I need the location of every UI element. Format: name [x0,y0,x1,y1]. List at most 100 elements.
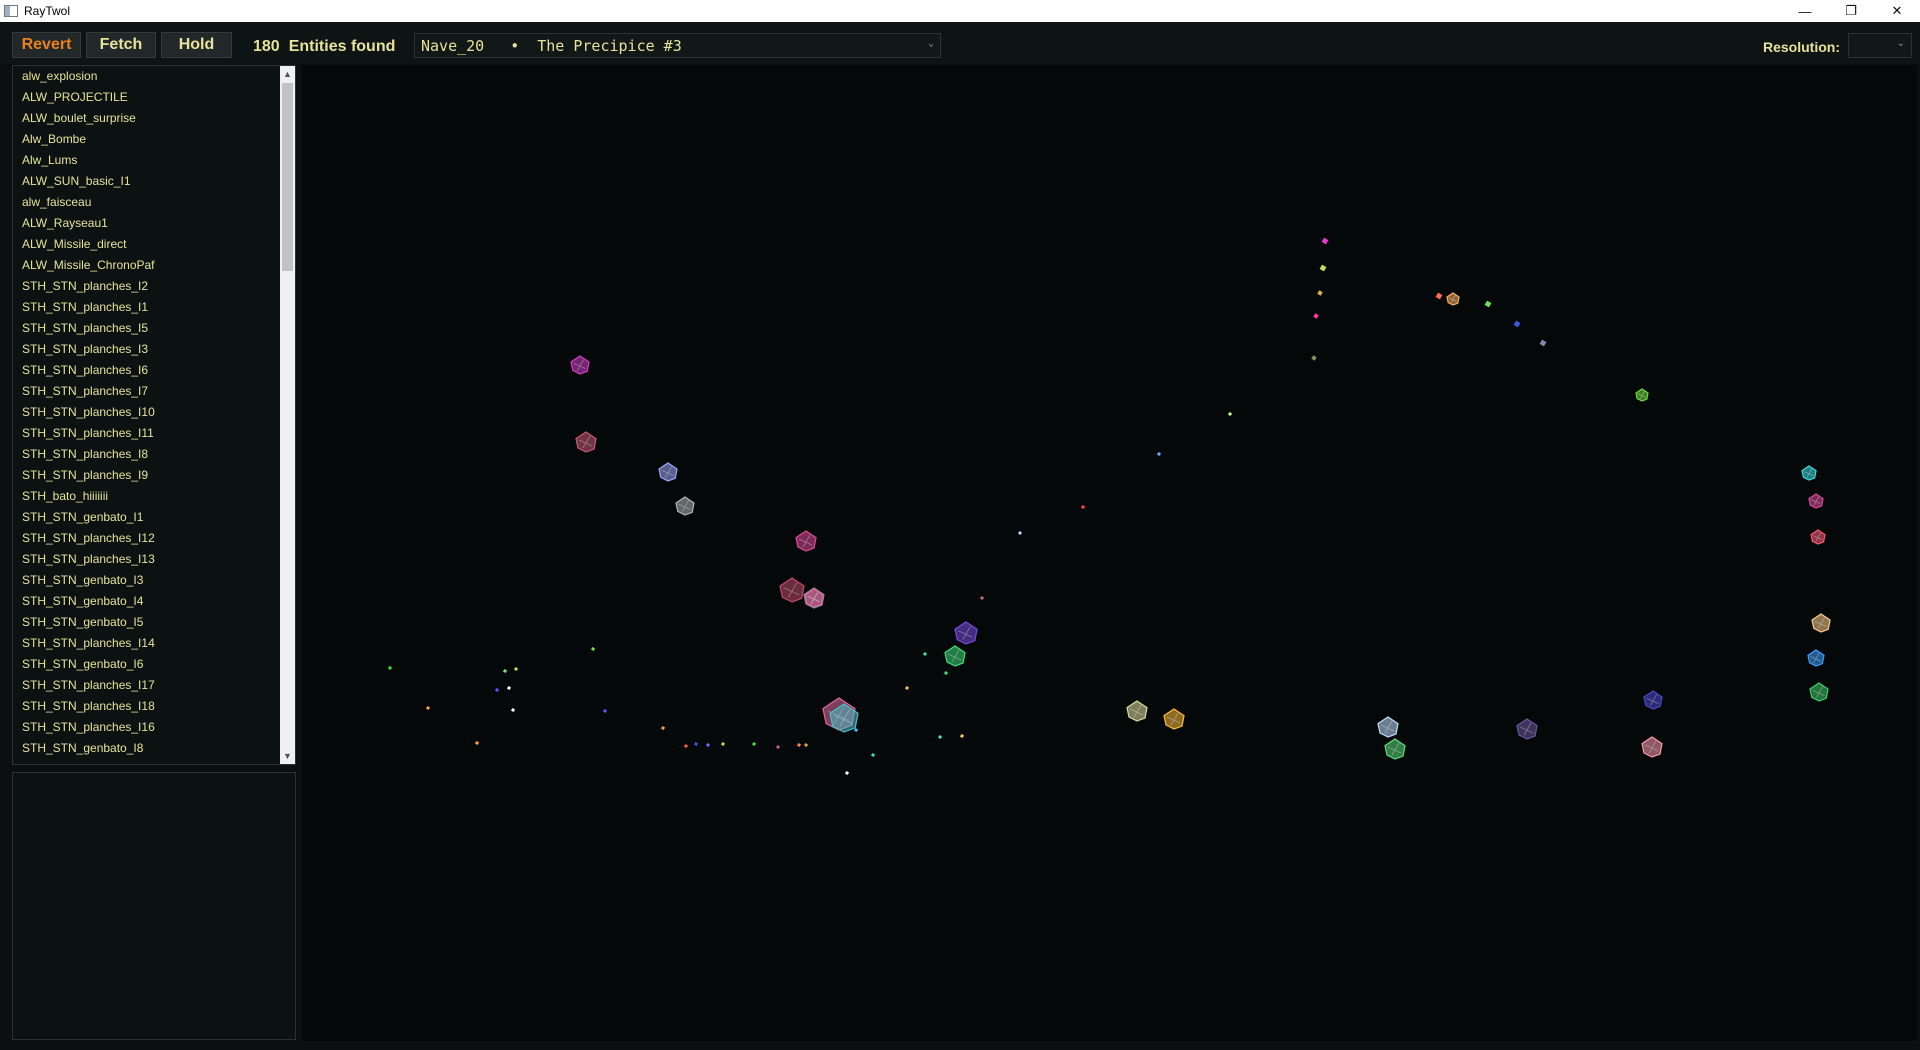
entity-list-item[interactable]: STH_bato_hiiiiiii [13,486,279,507]
fetch-button[interactable]: Fetch [86,32,156,58]
scene-object[interactable] [683,743,689,749]
scene-object[interactable] [1156,451,1162,457]
scene-object[interactable] [675,496,695,516]
scene-object[interactable] [1643,690,1663,710]
entity-list-item[interactable]: alw_faisceau [13,192,279,213]
entity-list-item[interactable]: STH_STN_genbato_I3 [13,570,279,591]
entity-list-scrollbar[interactable]: ▲ ▼ [280,66,295,764]
entity-list-item[interactable]: STH_STN_planches_I16 [13,717,279,738]
entity-list-item[interactable]: ALW_SUN_basic_I1 [13,171,279,192]
entity-list-item[interactable]: STH_STN_planches_I6 [13,360,279,381]
scene-object[interactable] [474,740,480,746]
scene-object[interactable] [1484,300,1492,308]
entity-list-item[interactable]: alw_explosion [13,66,279,87]
entity-list-item[interactable]: STH_STN_genbato_I5 [13,612,279,633]
scene-object[interactable] [1227,411,1233,417]
scene-object[interactable] [510,707,516,713]
scene-object[interactable] [1539,339,1547,347]
scene-object[interactable] [1809,682,1829,702]
scene-object[interactable] [796,742,802,748]
entity-list-item[interactable]: ALW_Missile_ChronoPaf [13,255,279,276]
entity-list-item[interactable]: STH_STN_planches_I7 [13,381,279,402]
close-icon[interactable]: ✕ [1874,0,1920,22]
scrollbar-thumb[interactable] [282,83,293,271]
scene-object[interactable] [959,733,965,739]
scene-object[interactable] [922,651,928,657]
scene-object[interactable] [775,744,781,750]
scene-object[interactable] [506,685,512,691]
hold-button[interactable]: Hold [161,32,232,58]
scene-object[interactable] [937,734,943,740]
scene-object[interactable] [1317,290,1323,296]
scene-object[interactable] [795,530,817,552]
entity-list-item[interactable]: Alw_Bombe [13,129,279,150]
entity-list-item[interactable]: STH_STN_planches_I14 [13,633,279,654]
entity-list-item[interactable]: STH_STN_planches_I1 [13,297,279,318]
scene-object[interactable] [425,705,431,711]
viewport-scene[interactable] [302,65,1917,1041]
entity-list-item[interactable]: STH_STN_planches_I3 [13,339,279,360]
scene-object[interactable] [803,742,809,748]
resolution-select[interactable]: ⌄ [1848,33,1912,58]
scene-object[interactable] [1635,388,1649,402]
scene-object[interactable] [870,752,876,758]
scene-object[interactable] [751,741,757,747]
entity-list-item[interactable]: STH_STN_planches_I8 [13,444,279,465]
entity-list-item[interactable]: STH_STN_planches_I9 [13,465,279,486]
scene-object[interactable] [658,462,678,482]
entity-list-item[interactable]: STH_STN_planches_I2 [13,276,279,297]
entity-list-item[interactable]: ALW_Rayseau1 [13,213,279,234]
entity-list-item[interactable]: STH_STN_genbato_I1 [13,507,279,528]
scene-object[interactable] [844,770,850,776]
scene-object[interactable] [502,668,508,674]
scene-object[interactable] [904,685,910,691]
scene-object[interactable] [943,670,949,676]
scene-object[interactable] [1017,530,1023,536]
scene-object[interactable] [1321,237,1329,245]
entity-list-item[interactable]: STH_STN_planches_I17 [13,675,279,696]
entity-list-item[interactable]: STH_STN_planches_I10 [13,402,279,423]
scene-object[interactable] [1126,700,1148,722]
scene-object[interactable] [1377,716,1399,738]
entity-list-item[interactable]: STH_STN_planches_I18 [13,696,279,717]
restore-icon[interactable]: ❐ [1828,0,1874,22]
scene-object[interactable] [1435,292,1443,300]
scroll-up-icon[interactable]: ▲ [280,66,295,82]
scene-object[interactable] [954,621,978,645]
scene-object[interactable] [575,431,597,453]
scene-object[interactable] [570,355,590,375]
scene-object[interactable] [1516,718,1538,740]
scroll-down-icon[interactable]: ▼ [280,748,295,764]
scene-object[interactable] [660,725,666,731]
scene-object[interactable] [590,646,596,652]
scene-object[interactable] [1810,529,1826,545]
scene-object[interactable] [705,742,711,748]
scene-object[interactable] [1163,708,1185,730]
scene-object[interactable] [1811,613,1831,633]
entity-list[interactable]: alw_explosion ALW_PROJECTILE ALW_boulet_su… [12,65,296,765]
entity-list-item[interactable]: ALW_boulet_surprise [13,108,279,129]
entity-list-item[interactable]: STH_STN_planches_I13 [13,549,279,570]
entity-list-item[interactable]: STH_STN_genbato_I8 [13,738,279,759]
entity-list-item[interactable]: ALW_Missile_direct [13,234,279,255]
scene-object[interactable] [1311,355,1317,361]
entity-list-item[interactable]: ALW_PROJECTILE [13,87,279,108]
scene-object[interactable] [1807,649,1825,667]
scene-object[interactable] [1313,313,1319,319]
scene-object[interactable] [1808,493,1824,509]
scene-object[interactable] [494,687,500,693]
level-select[interactable]: Nave_20 • The Precipice #3 ⌄ [414,33,941,58]
scene-object[interactable] [779,577,805,603]
revert-button[interactable]: Revert [12,32,81,58]
scene-object[interactable] [1641,736,1663,758]
scene-object[interactable] [602,708,608,714]
entity-list-item[interactable]: STH_STN_genbato_I6 [13,654,279,675]
scene-object[interactable] [1513,320,1521,328]
scene-object[interactable] [944,645,966,667]
scene-object[interactable] [513,666,519,672]
scene-object[interactable] [720,741,726,747]
entity-list-item[interactable]: STH_STN_planches_I11 [13,423,279,444]
scene-object[interactable] [1446,292,1460,306]
scene-object[interactable] [387,665,393,671]
entity-list-item[interactable]: Alw_Lums [13,150,279,171]
